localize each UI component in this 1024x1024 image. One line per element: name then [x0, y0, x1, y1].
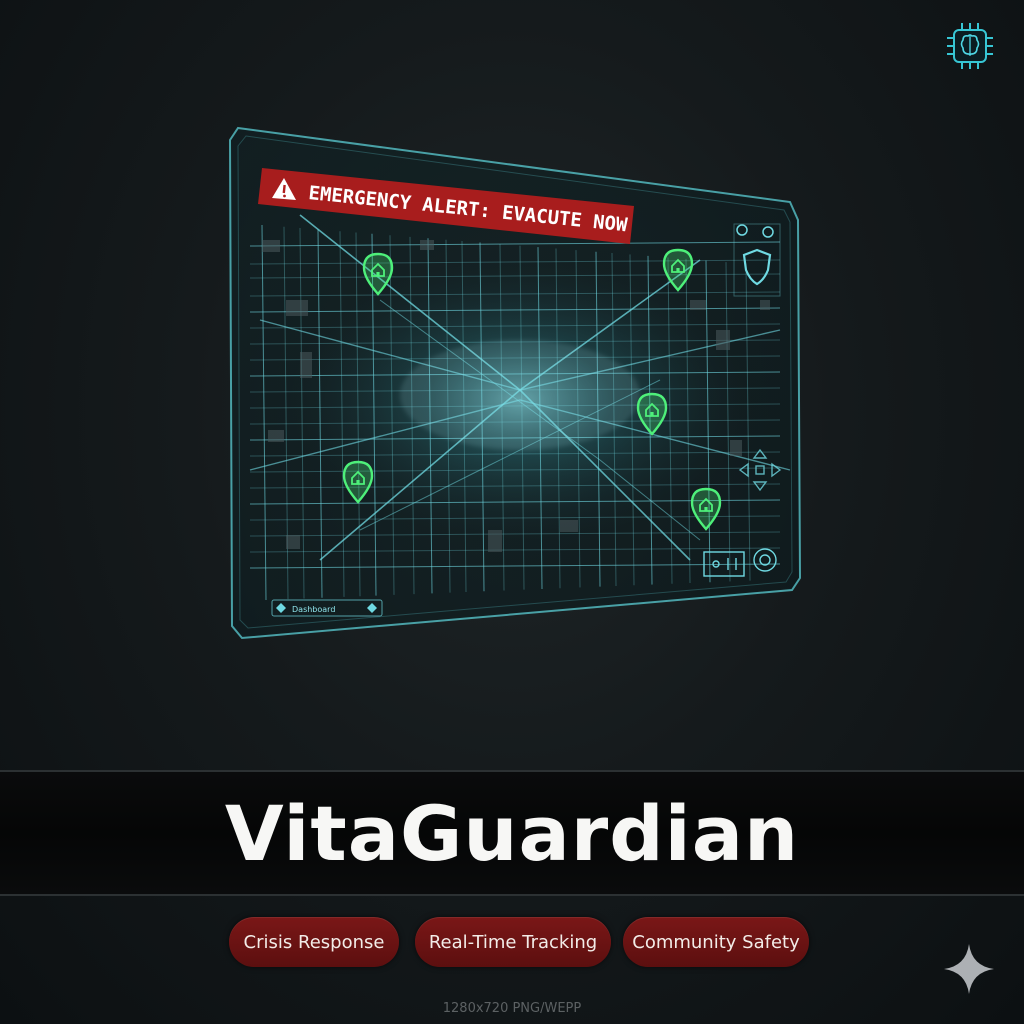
brain-chip-icon — [947, 23, 993, 69]
tag-community-safety[interactable]: Community Safety — [623, 917, 809, 967]
bottom-bar-label: Dashboard — [292, 605, 335, 614]
app-title: VitaGuardian — [224, 788, 800, 878]
title-band: VitaGuardian — [0, 770, 1024, 896]
tag-crisis-response[interactable]: Crisis Response — [229, 917, 399, 967]
feature-tags: Crisis Response Real-Time Tracking Commu… — [0, 917, 1024, 969]
image-footnote: 1280x720 PNG/WEPP — [442, 1001, 582, 1016]
sparkle-icon — [944, 944, 994, 994]
tag-real-time-tracking[interactable]: Real-Time Tracking — [415, 917, 611, 967]
